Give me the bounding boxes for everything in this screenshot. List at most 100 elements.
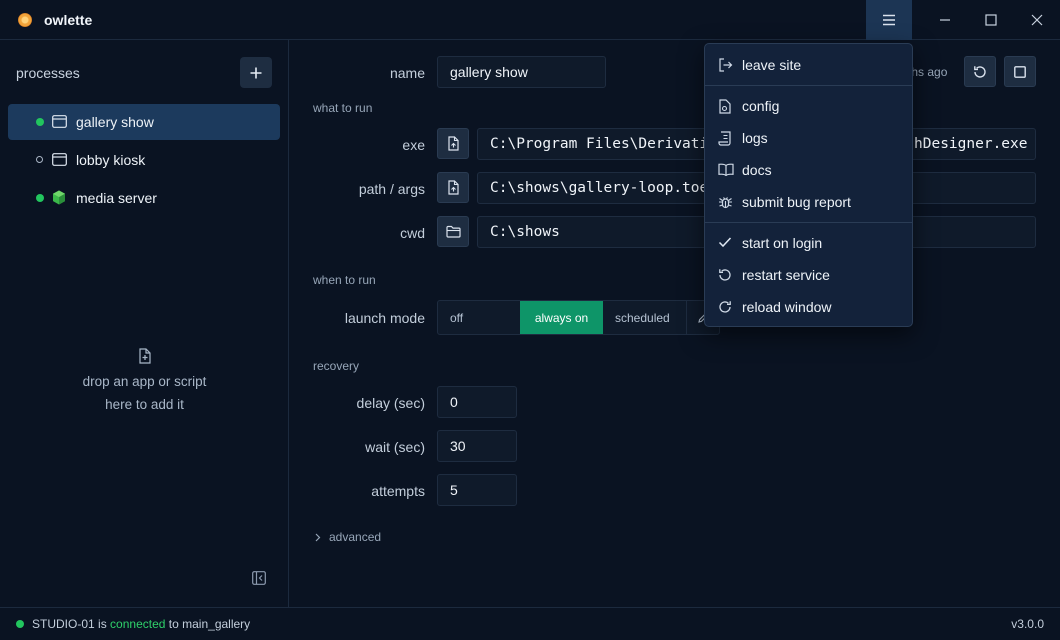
file-settings-icon — [718, 99, 732, 114]
menu-item-reload-window[interactable]: reload window — [706, 292, 911, 322]
window-app-icon — [52, 153, 67, 166]
last-run-time-text: ths ago — [908, 65, 948, 79]
status-dot-running — [36, 194, 44, 202]
process-item-media-server[interactable]: media server — [8, 180, 280, 216]
launch-mode-selector: off always on scheduled — [437, 300, 720, 335]
menu-item-submit-bug-report[interactable]: submit bug report — [706, 187, 911, 217]
exe-label: exe — [402, 137, 425, 153]
collapse-sidebar-icon — [252, 571, 266, 585]
minimize-icon — [940, 19, 950, 21]
close-window-button[interactable] — [1014, 0, 1060, 40]
drop-hint-line2: here to add it — [105, 397, 184, 412]
file-browse-icon — [447, 136, 459, 151]
connection-status-dot — [16, 620, 24, 628]
process-label: lobby kiosk — [76, 152, 146, 168]
menu-item-restart-service[interactable]: restart service — [706, 260, 911, 290]
browse-file-button[interactable] — [437, 172, 469, 203]
drop-zone[interactable]: drop an app or script here to add it — [0, 348, 289, 416]
folder-icon — [445, 225, 461, 238]
advanced-toggle[interactable]: advanced — [315, 530, 381, 544]
launch-option-scheduled[interactable]: scheduled — [603, 301, 686, 334]
menu-label: reload window — [742, 299, 832, 315]
delay-label: delay (sec) — [356, 395, 425, 411]
connection-state: connected — [110, 617, 166, 631]
version-label: v3.0.0 — [1011, 617, 1044, 631]
menu-label: docs — [742, 162, 772, 178]
scroll-text-icon — [718, 131, 732, 146]
sidebar: processes gallery show lobby kiosk media… — [0, 40, 289, 607]
menu-item-leave-site[interactable]: leave site — [706, 50, 911, 80]
chevron-right-icon — [315, 533, 321, 541]
browse-exe-button[interactable] — [437, 128, 469, 159]
wait-label: wait (sec) — [365, 439, 425, 455]
path-args-label: path / args — [358, 181, 425, 197]
section-when-to-run: when to run — [313, 273, 376, 287]
title-bar: owlette — [0, 0, 1060, 40]
browse-folder-button[interactable] — [437, 216, 469, 247]
minimize-button[interactable] — [922, 0, 968, 40]
window-app-icon — [52, 115, 67, 128]
status-dot-running — [36, 118, 44, 126]
hamburger-icon — [883, 14, 895, 26]
stop-icon — [1014, 65, 1026, 78]
file-browse-icon — [447, 180, 459, 195]
maximize-button[interactable] — [968, 0, 1014, 40]
status-to: to — [168, 617, 179, 631]
launch-option-off[interactable]: off — [438, 301, 520, 334]
advanced-label: advanced — [329, 530, 382, 544]
stop-process-button[interactable] — [1004, 56, 1036, 87]
green-cube-app-icon — [52, 190, 66, 205]
menu-label: restart service — [742, 267, 830, 283]
menu-item-config[interactable]: config — [706, 91, 911, 121]
plus-icon — [250, 67, 262, 78]
reload-icon — [718, 300, 732, 314]
owlette-logo-icon — [18, 13, 32, 27]
book-open-icon — [718, 163, 734, 176]
attempts-label: attempts — [371, 483, 425, 499]
launch-option-always-on[interactable]: always on — [520, 301, 603, 334]
menu-divider — [705, 222, 912, 223]
menu-label: start on login — [742, 235, 823, 251]
hamburger-menu-button[interactable] — [866, 0, 912, 40]
file-add-icon — [138, 348, 152, 364]
exe-path-left: C:\Program Files\Derivativ — [490, 136, 717, 152]
sidebar-title: processes — [16, 65, 80, 81]
launch-mode-label: launch mode — [344, 310, 425, 326]
app-menu-dropdown: leave site config logs docs submit bug r… — [704, 43, 913, 327]
add-process-button[interactable] — [240, 57, 272, 88]
menu-item-logs[interactable]: logs — [706, 123, 911, 153]
delay-input[interactable]: 0 — [437, 386, 517, 418]
section-recovery: recovery — [313, 359, 360, 373]
exe-path-right: hDesigner.exe — [914, 136, 1028, 152]
status-dot-stopped — [36, 156, 43, 163]
attempts-input[interactable]: 5 — [437, 474, 517, 506]
close-icon — [1031, 14, 1043, 26]
restart-icon — [718, 268, 732, 282]
menu-item-start-on-login[interactable]: start on login — [706, 228, 911, 258]
drop-hint-line1: drop an app or script — [82, 374, 207, 389]
app-title: owlette — [44, 12, 93, 28]
name-input[interactable]: gallery show — [437, 56, 606, 88]
site-name: main_gallery — [182, 617, 251, 631]
process-label: media server — [76, 190, 157, 206]
machine-name: STUDIO-01 — [32, 617, 95, 631]
collapse-sidebar-button[interactable] — [252, 571, 266, 585]
process-item-lobby-kiosk[interactable]: lobby kiosk — [8, 142, 280, 178]
status-bar: STUDIO-01 is connected to main_gallery v… — [0, 607, 1060, 640]
menu-label: config — [742, 98, 780, 114]
menu-divider — [705, 85, 912, 86]
menu-label: leave site — [742, 57, 802, 73]
bug-icon — [718, 195, 733, 210]
exit-icon — [718, 58, 733, 72]
process-label: gallery show — [76, 114, 154, 130]
section-what-to-run: what to run — [313, 101, 373, 115]
process-editor: name gallery show ths ago what to run ex… — [290, 40, 1060, 607]
process-item-gallery-show[interactable]: gallery show — [8, 104, 280, 140]
menu-item-docs[interactable]: docs — [706, 155, 911, 185]
connection-status-text: STUDIO-01 is connected to main_gallery — [32, 617, 250, 631]
restart-icon — [974, 65, 986, 78]
cwd-label: cwd — [400, 225, 425, 241]
wait-input[interactable]: 30 — [437, 430, 517, 462]
restart-process-button[interactable] — [964, 56, 996, 87]
menu-label: logs — [742, 130, 768, 146]
